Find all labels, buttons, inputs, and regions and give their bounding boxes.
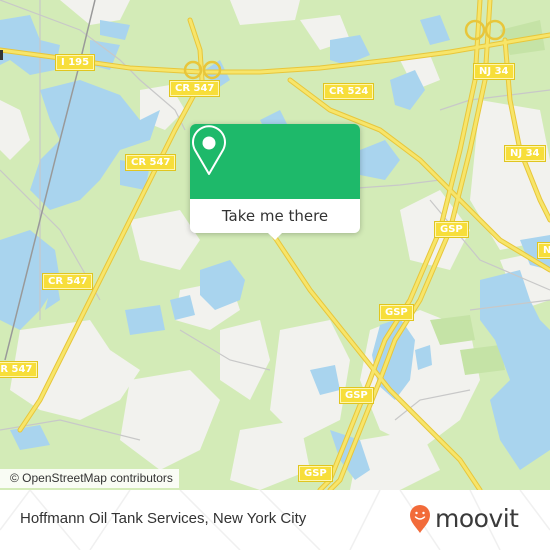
popup-header [190,124,360,199]
location-popup: Take me there [190,124,360,240]
edge-marker [0,50,3,60]
road-shield-cr547: CR 547 [170,81,220,96]
map-tiles [0,0,550,490]
road-shield-gsp: GSP [299,466,332,481]
road-shield-cr524: CR 524 [324,84,374,99]
take-me-there-button[interactable]: Take me there [190,199,360,233]
road-shield-gsp: GSP [435,222,468,237]
road-shield-nj34: NJ 34 [474,64,514,79]
map-attribution[interactable]: © OpenStreetMap contributors [0,469,179,488]
road-shield-cr547: CR 547 [0,362,38,377]
road-shield-i195: I 195 [56,55,95,70]
road-shield-gsp: GSP [340,388,373,403]
road-shield-edge: N [538,243,550,258]
map-canvas[interactable]: I 195 CR 547 CR 524 NJ 34 CR 547 NJ 34 G… [0,0,550,490]
place-name: Hoffmann Oil Tank Services, New York Cit… [20,510,307,527]
moovit-wordmark: moovit [435,504,519,533]
footer: Hoffmann Oil Tank Services, New York Cit… [0,490,550,550]
road-shield-nj34: NJ 34 [505,146,545,161]
popup-pointer [267,232,283,240]
road-shield-gsp: GSP [380,305,413,320]
road-shield-cr547: CR 547 [43,274,93,289]
location-pin-icon [192,125,226,175]
moovit-logo[interactable]: moovit [408,504,519,534]
road-shield-cr547: CR 547 [126,155,176,170]
moovit-pin-icon [410,505,430,533]
